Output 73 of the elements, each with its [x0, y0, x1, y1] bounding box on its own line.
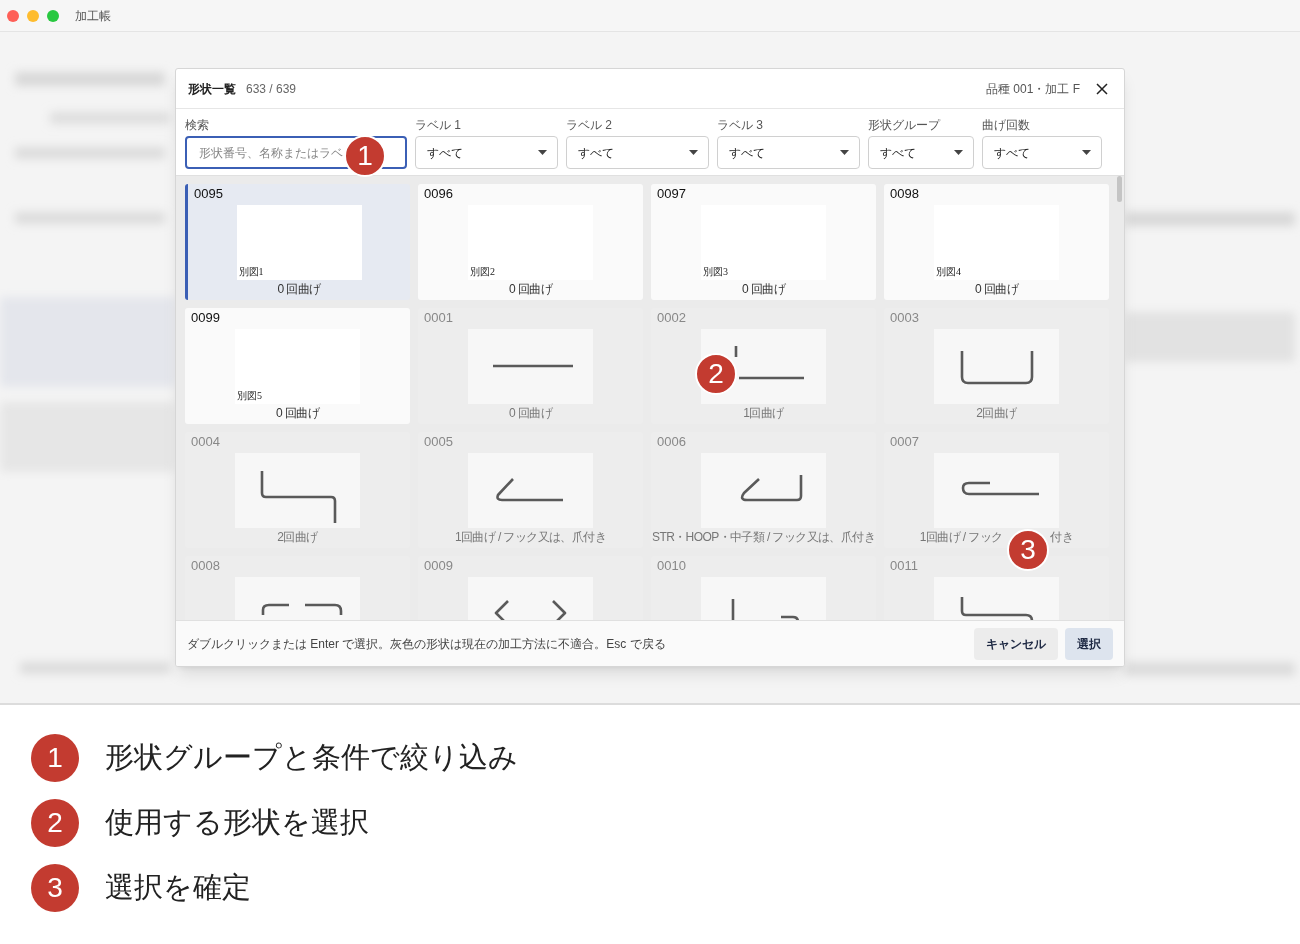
shape-number: 0008 — [191, 558, 220, 574]
shape-count: 633 / 639 — [246, 80, 297, 98]
dropdown[interactable]: すべて — [717, 136, 860, 169]
figure-label: 別図1 — [238, 265, 264, 279]
shape-card[interactable]: 0095 別図1 0 回曲げ — [185, 184, 410, 300]
shape-number: 0007 — [890, 434, 919, 450]
shape-number: 0003 — [890, 310, 919, 326]
shape-number: 0011 — [890, 558, 918, 574]
caret-icon — [954, 150, 963, 155]
shape-number: 0002 — [657, 310, 686, 326]
shape-card[interactable]: 0099 別図5 0 回曲げ — [185, 308, 410, 424]
shape-caption: 0 回曲げ — [509, 407, 552, 420]
step-description: 形状グループと条件で絞り込み — [105, 740, 518, 776]
step-number-badge: 1 — [31, 734, 79, 782]
shape-card[interactable]: 0097 別図3 0 回曲げ — [651, 184, 876, 300]
shape-caption: 1回曲げ / フック又は、爪付き — [454, 531, 607, 544]
field-label: ラベル 1 — [415, 119, 462, 132]
shape-number: 0098 — [890, 186, 919, 202]
shape-number: 0096 — [424, 186, 453, 202]
shape-caption: 1回曲げ / フック — [919, 531, 1003, 544]
dropdown[interactable]: すべて — [868, 136, 974, 169]
shape-caption: 付き — [1050, 531, 1074, 544]
caret-icon — [538, 150, 547, 155]
shape-caption: 0 回曲げ — [277, 283, 321, 296]
window-title: 加工帳 — [75, 7, 111, 25]
shape-number: 0006 — [657, 434, 686, 450]
close-icon[interactable] — [1096, 82, 1108, 95]
maximize-window-icon[interactable] — [47, 9, 59, 22]
field-label: ラベル 2 — [566, 119, 613, 132]
shape-number: 0099 — [191, 310, 220, 326]
dialog-title: 形状一覧 — [188, 80, 236, 98]
shape-number: 0010 — [657, 558, 686, 574]
caret-icon — [689, 150, 698, 155]
shape-caption: 0 回曲げ — [276, 407, 319, 420]
shape-number: 0009 — [424, 558, 453, 574]
step-description: 選択を確定 — [105, 870, 251, 906]
shape-card[interactable]: 0096 別図2 0 回曲げ — [418, 184, 643, 300]
close-window-icon[interactable] — [7, 9, 19, 22]
footer-hint: ダブルクリックまたは Enter で選択。灰色の形状は現在の加工方法に不適合。Esc で戻る — [187, 635, 666, 653]
shape-caption: 0 回曲げ — [509, 283, 552, 296]
context-label: 品種 001・加工 F — [985, 80, 1080, 98]
field-label: 検索 — [185, 119, 210, 132]
step-number-badge: 3 — [31, 864, 79, 912]
step-number-badge: 2 — [31, 799, 79, 847]
cancel-button[interactable]: キャンセル — [974, 627, 1058, 660]
dropdown[interactable]: すべて — [415, 136, 558, 169]
dropdown[interactable]: すべて — [982, 136, 1102, 169]
dropdown[interactable]: すべて — [566, 136, 709, 169]
figure-label: 別図2 — [470, 265, 495, 279]
shape-caption: 2回曲げ — [277, 531, 318, 544]
shape-number: 0001 — [424, 310, 453, 326]
shape-caption: 0 回曲げ — [742, 283, 785, 296]
shape-number: 0005 — [424, 434, 453, 450]
step-description: 使用する形状を選択 — [105, 805, 369, 841]
caret-icon — [1082, 150, 1091, 155]
shape-number: 0097 — [657, 186, 686, 202]
field-label: 形状グループ — [868, 119, 942, 132]
shape-number: 0095 — [194, 186, 223, 202]
figure-label: 別図5 — [237, 389, 262, 403]
figure-label: 別図3 — [703, 265, 728, 279]
shape-number: 0004 — [191, 434, 220, 450]
field-label: 曲げ回数 — [982, 119, 1031, 132]
shape-caption: STR・HOOP・中子類 / フック又は、爪付き — [652, 531, 875, 544]
select-button[interactable]: 選択 — [1065, 627, 1113, 660]
shape-caption: 0 回曲げ — [975, 283, 1018, 296]
scrollbar-thumb[interactable] — [1117, 176, 1122, 202]
shape-card[interactable]: 0098 別図4 0 回曲げ — [884, 184, 1109, 300]
caret-icon — [840, 150, 849, 155]
shape-caption: 1回曲げ — [743, 407, 784, 420]
shape-caption: 2回曲げ — [976, 407, 1017, 420]
minimize-window-icon[interactable] — [27, 9, 39, 22]
figure-label: 別図4 — [936, 265, 961, 279]
field-label: ラベル 3 — [717, 119, 764, 132]
